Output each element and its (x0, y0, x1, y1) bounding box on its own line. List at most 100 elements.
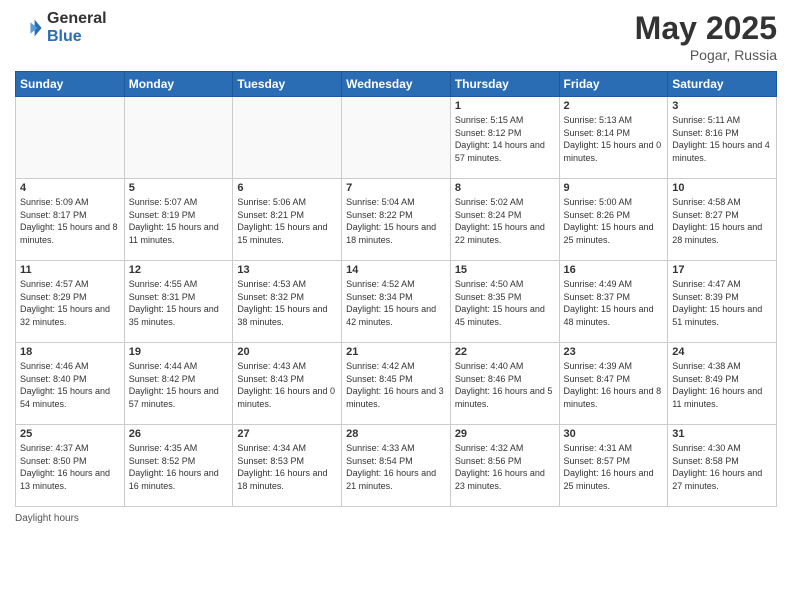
day-info: Sunrise: 4:44 AM Sunset: 8:42 PM Dayligh… (129, 360, 229, 410)
day-info: Sunrise: 4:43 AM Sunset: 8:43 PM Dayligh… (237, 360, 337, 410)
day-info: Sunrise: 4:49 AM Sunset: 8:37 PM Dayligh… (564, 278, 664, 328)
calendar-day-cell: 8 Sunrise: 5:02 AM Sunset: 8:24 PM Dayli… (450, 179, 559, 261)
day-info: Sunrise: 4:33 AM Sunset: 8:54 PM Dayligh… (346, 442, 446, 492)
calendar-day-cell: 7 Sunrise: 5:04 AM Sunset: 8:22 PM Dayli… (342, 179, 451, 261)
calendar-day-cell: 29 Sunrise: 4:32 AM Sunset: 8:56 PM Dayl… (450, 425, 559, 507)
day-number: 30 (564, 428, 664, 440)
calendar-day-cell: 12 Sunrise: 4:55 AM Sunset: 8:31 PM Dayl… (124, 261, 233, 343)
day-number: 6 (237, 182, 337, 194)
calendar-day-cell: 26 Sunrise: 4:35 AM Sunset: 8:52 PM Dayl… (124, 425, 233, 507)
header-saturday: Saturday (668, 72, 777, 97)
calendar-day-cell (124, 97, 233, 179)
day-info: Sunrise: 4:35 AM Sunset: 8:52 PM Dayligh… (129, 442, 229, 492)
calendar-day-cell: 31 Sunrise: 4:30 AM Sunset: 8:58 PM Dayl… (668, 425, 777, 507)
calendar-day-cell (16, 97, 125, 179)
day-number: 27 (237, 428, 337, 440)
calendar-day-cell: 19 Sunrise: 4:44 AM Sunset: 8:42 PM Dayl… (124, 343, 233, 425)
day-info: Sunrise: 5:00 AM Sunset: 8:26 PM Dayligh… (564, 196, 664, 246)
day-info: Sunrise: 4:34 AM Sunset: 8:53 PM Dayligh… (237, 442, 337, 492)
header-monday: Monday (124, 72, 233, 97)
logo: General Blue (15, 10, 107, 45)
day-number: 19 (129, 346, 229, 358)
day-info: Sunrise: 5:11 AM Sunset: 8:16 PM Dayligh… (672, 114, 772, 164)
day-number: 13 (237, 264, 337, 276)
day-number: 12 (129, 264, 229, 276)
calendar-day-cell: 2 Sunrise: 5:13 AM Sunset: 8:14 PM Dayli… (559, 97, 668, 179)
day-info: Sunrise: 4:42 AM Sunset: 8:45 PM Dayligh… (346, 360, 446, 410)
calendar-day-cell: 6 Sunrise: 5:06 AM Sunset: 8:21 PM Dayli… (233, 179, 342, 261)
header-thursday: Thursday (450, 72, 559, 97)
calendar-day-cell: 24 Sunrise: 4:38 AM Sunset: 8:49 PM Dayl… (668, 343, 777, 425)
calendar-day-cell: 15 Sunrise: 4:50 AM Sunset: 8:35 PM Dayl… (450, 261, 559, 343)
day-number: 10 (672, 182, 772, 194)
calendar-day-cell: 20 Sunrise: 4:43 AM Sunset: 8:43 PM Dayl… (233, 343, 342, 425)
calendar-day-cell: 30 Sunrise: 4:31 AM Sunset: 8:57 PM Dayl… (559, 425, 668, 507)
calendar-week-row: 11 Sunrise: 4:57 AM Sunset: 8:29 PM Dayl… (16, 261, 777, 343)
day-info: Sunrise: 4:32 AM Sunset: 8:56 PM Dayligh… (455, 442, 555, 492)
day-number: 22 (455, 346, 555, 358)
calendar-day-cell (342, 97, 451, 179)
day-number: 2 (564, 100, 664, 112)
day-info: Sunrise: 4:30 AM Sunset: 8:58 PM Dayligh… (672, 442, 772, 492)
calendar-day-cell: 4 Sunrise: 5:09 AM Sunset: 8:17 PM Dayli… (16, 179, 125, 261)
weekday-header-row: Sunday Monday Tuesday Wednesday Thursday… (16, 72, 777, 97)
calendar-day-cell: 14 Sunrise: 4:52 AM Sunset: 8:34 PM Dayl… (342, 261, 451, 343)
day-info: Sunrise: 4:46 AM Sunset: 8:40 PM Dayligh… (20, 360, 120, 410)
calendar-day-cell: 16 Sunrise: 4:49 AM Sunset: 8:37 PM Dayl… (559, 261, 668, 343)
day-number: 4 (20, 182, 120, 194)
day-number: 3 (672, 100, 772, 112)
calendar-day-cell: 13 Sunrise: 4:53 AM Sunset: 8:32 PM Dayl… (233, 261, 342, 343)
day-info: Sunrise: 5:04 AM Sunset: 8:22 PM Dayligh… (346, 196, 446, 246)
day-number: 11 (20, 264, 120, 276)
calendar-title: May 2025 (635, 10, 777, 47)
calendar-day-cell: 28 Sunrise: 4:33 AM Sunset: 8:54 PM Dayl… (342, 425, 451, 507)
day-number: 15 (455, 264, 555, 276)
calendar-week-row: 4 Sunrise: 5:09 AM Sunset: 8:17 PM Dayli… (16, 179, 777, 261)
day-number: 18 (20, 346, 120, 358)
header-tuesday: Tuesday (233, 72, 342, 97)
day-number: 8 (455, 182, 555, 194)
calendar-day-cell: 5 Sunrise: 5:07 AM Sunset: 8:19 PM Dayli… (124, 179, 233, 261)
day-info: Sunrise: 4:55 AM Sunset: 8:31 PM Dayligh… (129, 278, 229, 328)
day-info: Sunrise: 4:39 AM Sunset: 8:47 PM Dayligh… (564, 360, 664, 410)
day-number: 26 (129, 428, 229, 440)
day-info: Sunrise: 4:53 AM Sunset: 8:32 PM Dayligh… (237, 278, 337, 328)
day-number: 23 (564, 346, 664, 358)
day-info: Sunrise: 5:06 AM Sunset: 8:21 PM Dayligh… (237, 196, 337, 246)
calendar-day-cell: 3 Sunrise: 5:11 AM Sunset: 8:16 PM Dayli… (668, 97, 777, 179)
page-header: General Blue May 2025 Pogar, Russia (15, 10, 777, 63)
day-number: 9 (564, 182, 664, 194)
logo-icon (15, 14, 43, 42)
day-info: Sunrise: 4:58 AM Sunset: 8:27 PM Dayligh… (672, 196, 772, 246)
day-number: 24 (672, 346, 772, 358)
calendar-day-cell: 17 Sunrise: 4:47 AM Sunset: 8:39 PM Dayl… (668, 261, 777, 343)
day-info: Sunrise: 4:47 AM Sunset: 8:39 PM Dayligh… (672, 278, 772, 328)
calendar-day-cell: 25 Sunrise: 4:37 AM Sunset: 8:50 PM Dayl… (16, 425, 125, 507)
day-number: 17 (672, 264, 772, 276)
day-info: Sunrise: 5:02 AM Sunset: 8:24 PM Dayligh… (455, 196, 555, 246)
calendar-day-cell: 9 Sunrise: 5:00 AM Sunset: 8:26 PM Dayli… (559, 179, 668, 261)
calendar-week-row: 1 Sunrise: 5:15 AM Sunset: 8:12 PM Dayli… (16, 97, 777, 179)
day-info: Sunrise: 4:40 AM Sunset: 8:46 PM Dayligh… (455, 360, 555, 410)
day-info: Sunrise: 5:07 AM Sunset: 8:19 PM Dayligh… (129, 196, 229, 246)
calendar-week-row: 25 Sunrise: 4:37 AM Sunset: 8:50 PM Dayl… (16, 425, 777, 507)
header-wednesday: Wednesday (342, 72, 451, 97)
logo-blue-text: Blue (47, 28, 107, 46)
day-info: Sunrise: 5:13 AM Sunset: 8:14 PM Dayligh… (564, 114, 664, 164)
calendar-day-cell: 1 Sunrise: 5:15 AM Sunset: 8:12 PM Dayli… (450, 97, 559, 179)
day-info: Sunrise: 4:31 AM Sunset: 8:57 PM Dayligh… (564, 442, 664, 492)
day-number: 21 (346, 346, 446, 358)
day-info: Sunrise: 5:15 AM Sunset: 8:12 PM Dayligh… (455, 114, 555, 164)
day-number: 20 (237, 346, 337, 358)
day-number: 1 (455, 100, 555, 112)
day-number: 31 (672, 428, 772, 440)
calendar-day-cell: 10 Sunrise: 4:58 AM Sunset: 8:27 PM Dayl… (668, 179, 777, 261)
calendar-day-cell (233, 97, 342, 179)
title-block: May 2025 Pogar, Russia (635, 10, 777, 63)
day-number: 7 (346, 182, 446, 194)
day-info: Sunrise: 4:57 AM Sunset: 8:29 PM Dayligh… (20, 278, 120, 328)
calendar-day-cell: 18 Sunrise: 4:46 AM Sunset: 8:40 PM Dayl… (16, 343, 125, 425)
day-info: Sunrise: 4:50 AM Sunset: 8:35 PM Dayligh… (455, 278, 555, 328)
day-info: Sunrise: 5:09 AM Sunset: 8:17 PM Dayligh… (20, 196, 120, 246)
page-container: General Blue May 2025 Pogar, Russia Sund… (0, 0, 792, 612)
